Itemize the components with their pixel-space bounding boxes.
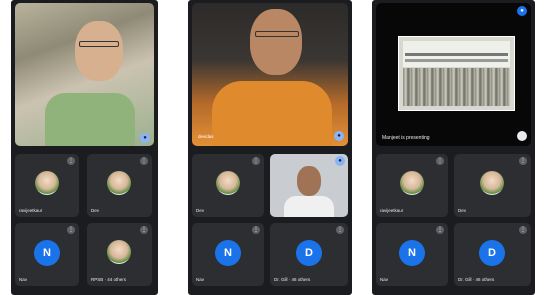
pin-icon[interactable] xyxy=(517,131,527,141)
participant-name: ravijeetkaur xyxy=(380,208,404,213)
avatar xyxy=(216,171,240,195)
slide-text-line xyxy=(405,53,508,56)
participant-video-tile[interactable]: ● xyxy=(270,154,348,217)
participant-tile[interactable]: ⋮ N Nav xyxy=(15,223,79,286)
more-vert-icon[interactable]: ⋮ xyxy=(140,157,148,165)
participant-shirt xyxy=(284,196,334,217)
speaker-face xyxy=(75,21,123,81)
participant-name: RPSB · 44 others xyxy=(91,277,127,282)
others-tile[interactable]: ⋮ RPSB · 44 others xyxy=(87,223,152,286)
presenting-label: Manjeet is presenting xyxy=(382,135,430,141)
avatar: N xyxy=(215,240,241,266)
participant-name: Nav xyxy=(380,277,389,282)
participant-tile[interactable]: ⋮ N Nav xyxy=(192,223,264,286)
mic-icon: ● xyxy=(334,131,344,141)
more-vert-icon[interactable]: ⋮ xyxy=(252,226,260,234)
more-vert-icon[interactable]: ⋮ xyxy=(140,226,148,234)
glasses-shape xyxy=(79,41,119,47)
participant-name: Nav xyxy=(19,277,28,282)
slide-text-line xyxy=(405,59,508,62)
more-vert-icon[interactable]: ⋮ xyxy=(519,157,527,165)
speaker-face xyxy=(250,9,302,75)
participant-tile[interactable]: ⋮ Dev xyxy=(454,154,531,217)
more-vert-icon[interactable]: ⋮ xyxy=(67,157,75,165)
avatar xyxy=(480,171,504,195)
others-tile[interactable]: ⋮ D Dr. Gill · 46 others xyxy=(454,223,531,286)
main-video[interactable]: ● Manjeet is presenting xyxy=(376,3,531,146)
presented-slide xyxy=(398,36,515,111)
participant-name: Dev xyxy=(458,208,467,213)
meet-screenshot-1: ● ⋮ ravijeetkaur ⋮ Dev ⋮ N Nav ⋮ RPSB · … xyxy=(11,0,158,295)
speaker-shirt xyxy=(45,93,135,146)
meet-screenshot-2: devidas ● ⋮ Dev ● ⋮ N Nav ⋮ D Dr. Gill ·… xyxy=(188,0,352,295)
more-vert-icon[interactable]: ⋮ xyxy=(336,226,344,234)
participant-tile[interactable]: ⋮ N Nav xyxy=(376,223,448,286)
avatar xyxy=(400,171,424,195)
mic-icon: ● xyxy=(140,133,150,143)
avatar: D xyxy=(296,240,322,266)
meet-screenshot-3: ● Manjeet is presenting ⋮ ravijeetkaur ⋮… xyxy=(372,0,535,295)
participant-name: Dr. Gill · 46 others xyxy=(274,277,311,282)
participant-name: Dr. Gill · 46 others xyxy=(458,277,495,282)
main-video[interactable]: ● xyxy=(15,3,154,146)
avatar: N xyxy=(399,240,425,266)
more-vert-icon[interactable]: ⋮ xyxy=(436,157,444,165)
participant-tile[interactable]: ⋮ ravijeetkaur xyxy=(376,154,448,217)
speaker-shirt xyxy=(212,81,332,146)
participant-tile[interactable]: ⋮ Dev xyxy=(87,154,152,217)
more-vert-icon[interactable]: ⋮ xyxy=(67,226,75,234)
speaker-name: devidas xyxy=(198,134,214,139)
participant-tile[interactable]: ⋮ Dev xyxy=(192,154,264,217)
avatar xyxy=(107,240,131,264)
avatar: D xyxy=(479,240,505,266)
avatar xyxy=(35,171,59,195)
participant-face xyxy=(297,166,321,196)
participant-name: Dev xyxy=(91,208,100,213)
slide-crowd-photo xyxy=(403,68,510,106)
avatar: N xyxy=(34,240,60,266)
main-video[interactable]: devidas ● xyxy=(192,3,348,146)
more-vert-icon[interactable]: ⋮ xyxy=(519,226,527,234)
participant-name: Nav xyxy=(196,277,205,282)
glasses-shape xyxy=(255,31,299,37)
avatar xyxy=(107,171,131,195)
more-vert-icon[interactable]: ⋮ xyxy=(436,226,444,234)
more-vert-icon[interactable]: ⋮ xyxy=(252,157,260,165)
mic-icon: ● xyxy=(517,6,527,16)
participant-tile[interactable]: ⋮ ravijeetkaur xyxy=(15,154,79,217)
participant-name: Dev xyxy=(196,208,205,213)
participant-name: ravijeetkaur xyxy=(19,208,43,213)
mic-icon: ● xyxy=(335,156,345,166)
others-tile[interactable]: ⋮ D Dr. Gill · 46 others xyxy=(270,223,348,286)
